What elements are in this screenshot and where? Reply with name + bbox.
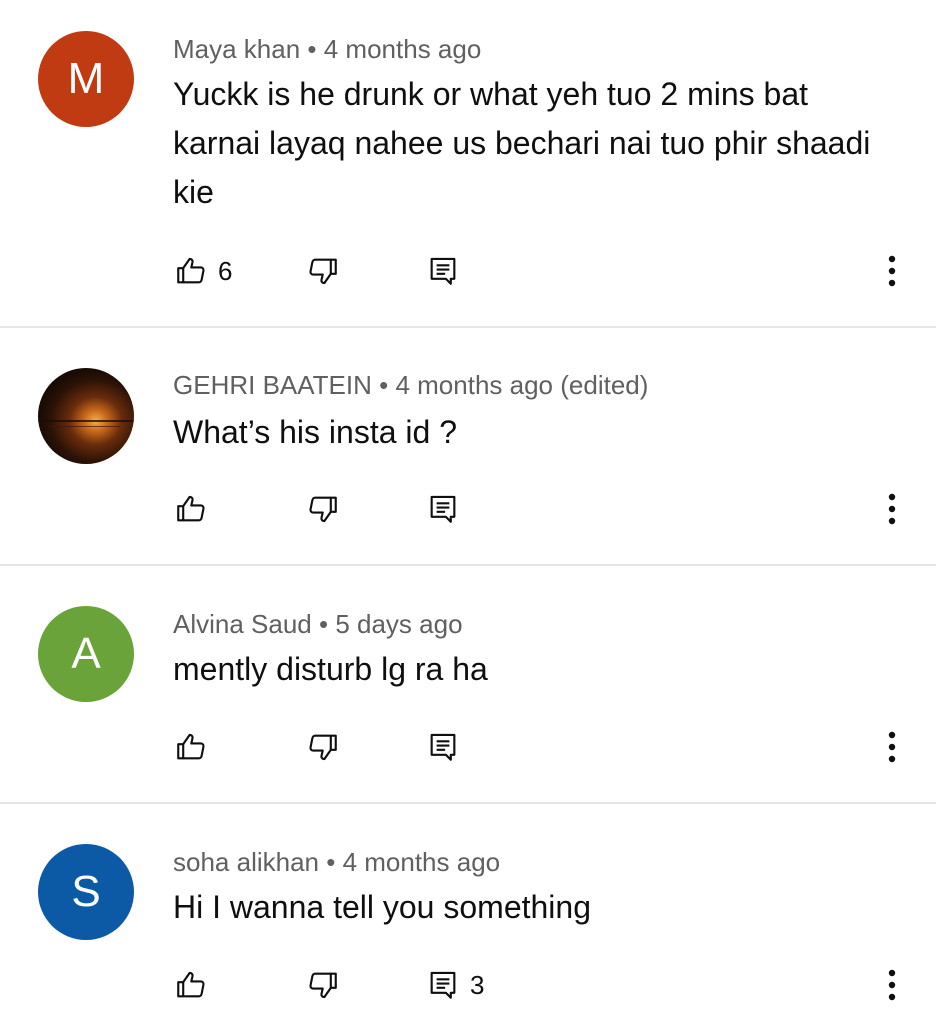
reply-comment-icon bbox=[430, 257, 456, 285]
reply-comment-icon bbox=[430, 971, 456, 999]
more-vertical-icon bbox=[888, 255, 896, 287]
comment-meta: Alvina Saud • 5 days ago bbox=[173, 609, 463, 639]
reply-count: 3 bbox=[470, 969, 485, 1000]
comment-card: A Alvina Saud • 5 days ago mently distur… bbox=[0, 566, 936, 802]
reply-comment-icon bbox=[430, 733, 456, 761]
dislike-button[interactable] bbox=[306, 730, 340, 764]
thumbs-up-icon bbox=[177, 495, 205, 522]
edited-label: (edited) bbox=[560, 370, 649, 400]
dislike-button[interactable] bbox=[306, 968, 340, 1002]
more-options-button[interactable] bbox=[876, 251, 908, 291]
like-count: 6 bbox=[218, 255, 233, 286]
avatar[interactable]: M bbox=[38, 31, 134, 127]
meta-separator: • bbox=[319, 847, 343, 877]
like-button[interactable] bbox=[174, 968, 218, 1002]
thumbs-up-icon bbox=[177, 733, 205, 760]
avatar-image bbox=[38, 420, 134, 422]
comment-text: mently disturb lg ra ha bbox=[173, 651, 488, 687]
reply-button[interactable]: 3 bbox=[426, 968, 484, 1002]
more-vertical-icon bbox=[888, 731, 896, 763]
avatar[interactable] bbox=[38, 368, 134, 464]
avatar-letter: A bbox=[71, 629, 101, 678]
comment-text: Yuckk is he drunk or what yeh tuo 2 mins… bbox=[173, 76, 871, 210]
reply-button[interactable] bbox=[426, 730, 470, 764]
more-options-button[interactable] bbox=[876, 965, 908, 1005]
like-button[interactable]: 6 bbox=[174, 254, 232, 288]
thumbs-up-icon bbox=[177, 971, 205, 998]
comment-time[interactable]: 4 months ago bbox=[324, 34, 482, 64]
thumbs-up-icon bbox=[177, 257, 205, 284]
dislike-button[interactable] bbox=[306, 254, 340, 288]
avatar[interactable]: S bbox=[38, 844, 134, 940]
meta-separator: • bbox=[300, 34, 324, 64]
reply-button[interactable] bbox=[426, 492, 470, 526]
comment-time[interactable]: 5 days ago bbox=[335, 609, 462, 639]
comment-author[interactable]: GEHRI BAATEIN bbox=[173, 370, 372, 400]
thumbs-down-icon bbox=[309, 734, 337, 761]
comment-author[interactable]: Maya khan bbox=[173, 34, 300, 64]
meta-separator: • bbox=[371, 370, 396, 400]
avatar-letter: M bbox=[67, 54, 105, 103]
comment-time[interactable]: 4 months ago bbox=[343, 847, 501, 877]
avatar-image-detail bbox=[48, 426, 120, 427]
comment-meta: GEHRI BAATEIN • 4 months ago (edited) bbox=[173, 370, 648, 400]
dislike-button[interactable] bbox=[306, 492, 340, 526]
comment-time[interactable]: 4 months ago bbox=[395, 370, 553, 400]
reply-button[interactable] bbox=[426, 254, 470, 288]
like-button[interactable] bbox=[174, 492, 218, 526]
comment-author[interactable]: soha alikhan bbox=[173, 847, 319, 877]
comment-meta: soha alikhan • 4 months ago bbox=[173, 847, 500, 877]
comment-text: Hi I wanna tell you something bbox=[173, 889, 591, 925]
more-options-button[interactable] bbox=[876, 727, 908, 767]
thumbs-down-icon bbox=[309, 496, 337, 523]
more-vertical-icon bbox=[888, 493, 896, 525]
thumbs-down-icon bbox=[309, 258, 337, 285]
more-vertical-icon bbox=[888, 969, 896, 1001]
comment-meta: Maya khan • 4 months ago bbox=[173, 34, 481, 64]
comment-card: GEHRI BAATEIN • 4 months ago (edited) Wh… bbox=[0, 328, 936, 564]
avatar-letter: S bbox=[71, 867, 101, 916]
comment-card: S soha alikhan • 4 months ago Hi I wanna… bbox=[0, 804, 936, 1024]
meta-separator: • bbox=[311, 609, 336, 639]
like-button[interactable] bbox=[174, 730, 218, 764]
more-options-button[interactable] bbox=[876, 489, 908, 529]
thumbs-down-icon bbox=[309, 972, 337, 999]
avatar[interactable]: A bbox=[38, 606, 134, 702]
comment-author[interactable]: Alvina Saud bbox=[173, 609, 312, 639]
reply-comment-icon bbox=[430, 495, 456, 523]
comment-text: What’s his insta id ? bbox=[173, 414, 457, 450]
comment-card: M Maya khan • 4 months ago Yuckk is he d… bbox=[0, 0, 936, 326]
